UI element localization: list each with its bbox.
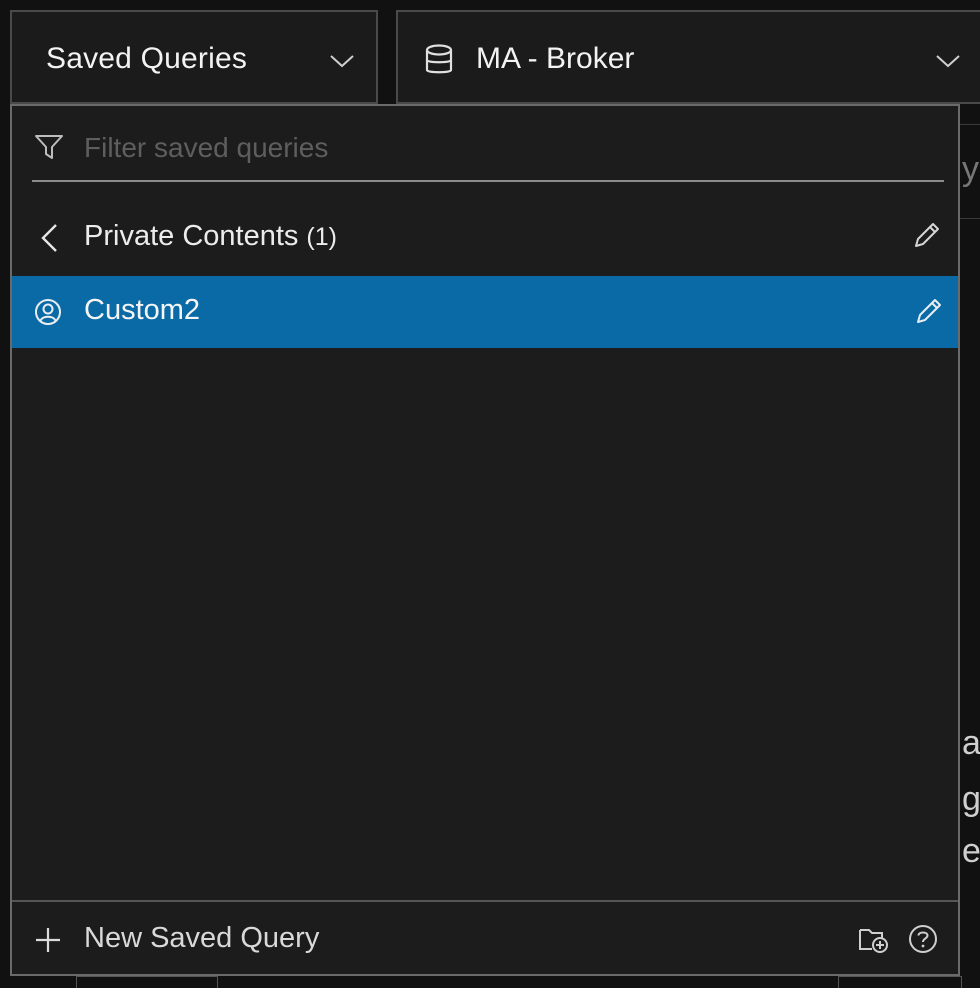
- background-button: [838, 976, 962, 988]
- panel-footer: New Saved Query: [12, 900, 958, 974]
- new-saved-query-button[interactable]: New Saved Query: [84, 922, 319, 955]
- background-text: y: [962, 150, 979, 188]
- help-icon[interactable]: [908, 924, 938, 954]
- service-label: MA - Broker: [476, 42, 635, 75]
- folder-row[interactable]: Private Contents (1): [12, 202, 958, 274]
- plus-icon[interactable]: [34, 926, 62, 954]
- filter-underline: [32, 180, 944, 182]
- background-text: a: [962, 724, 980, 762]
- background-text: e: [962, 832, 980, 870]
- divider: [960, 218, 980, 219]
- saved-queries-dropdown[interactable]: Saved Queries: [10, 10, 378, 104]
- database-icon: [425, 44, 453, 74]
- chevron-left-icon[interactable]: [38, 222, 60, 254]
- query-label: Custom2: [84, 294, 201, 326]
- chevron-down-icon: [330, 55, 354, 68]
- service-dropdown[interactable]: MA - Broker: [396, 10, 980, 104]
- pencil-icon[interactable]: [912, 220, 942, 250]
- filter-icon: [35, 135, 63, 159]
- chevron-down-icon: [936, 55, 960, 68]
- background-text: g: [962, 780, 980, 818]
- saved-queries-label: Saved Queries: [46, 42, 248, 75]
- folder-name: Private Contents: [84, 220, 299, 252]
- folder-count: (1): [306, 223, 337, 251]
- pencil-icon[interactable]: [914, 296, 944, 326]
- add-folder-icon[interactable]: [858, 924, 890, 954]
- background-button: [76, 976, 218, 988]
- saved-queries-panel: Private Contents(1) Custom2 N: [10, 104, 960, 976]
- list-item[interactable]: Custom2: [12, 276, 958, 348]
- divider: [960, 124, 980, 125]
- filter-row: [12, 106, 958, 186]
- app-root: Saved Queries MA - Broker y a g e Filter…: [0, 0, 980, 988]
- filter-input[interactable]: [82, 124, 926, 172]
- folder-label: Private Contents (1): [84, 220, 337, 253]
- user-icon: [35, 299, 61, 325]
